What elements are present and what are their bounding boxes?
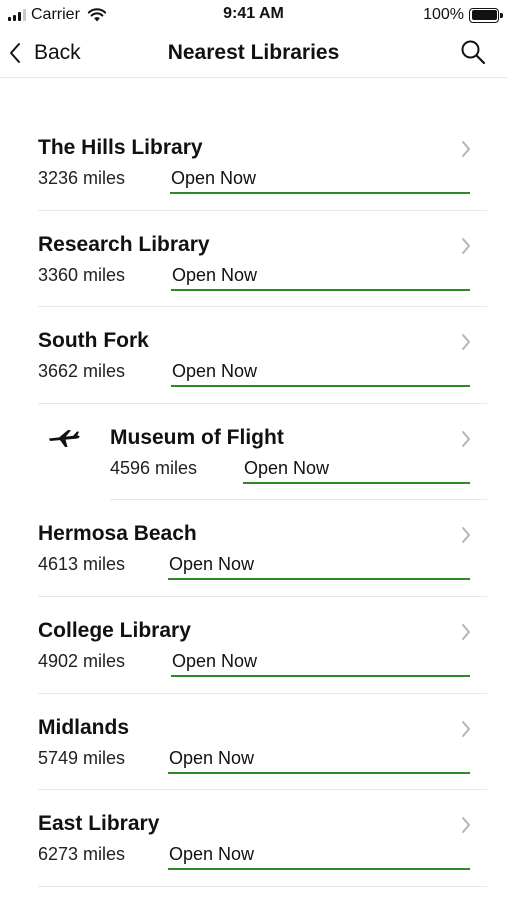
library-distance: 3360 miles	[38, 264, 126, 285]
open-status: Open Now	[168, 844, 470, 871]
library-distance: 5749 miles	[38, 747, 126, 768]
library-row[interactable]: East Library 6273 miles Open Now	[0, 790, 507, 887]
row-separator	[38, 885, 487, 887]
library-name: The Hills Library	[38, 136, 203, 159]
back-button[interactable]: Back	[8, 38, 81, 68]
open-status: Open Now	[171, 651, 470, 677]
library-name: Hermosa Beach	[38, 522, 197, 546]
chevron-right-icon	[462, 141, 470, 157]
library-name: Research Library	[38, 232, 210, 256]
library-row[interactable]: Hermosa Beach 4613 miles Open Now	[0, 500, 507, 597]
library-name: Midlands	[38, 715, 130, 739]
chevron-right-icon	[462, 527, 470, 544]
chevron-right-icon	[462, 237, 470, 254]
status-right: 100%	[423, 6, 503, 24]
open-status: Open Now	[171, 361, 470, 388]
chevron-right-icon	[462, 817, 470, 834]
library-name: East Library	[38, 812, 160, 836]
open-status: Open Now	[243, 458, 470, 484]
chevron-right-icon	[462, 334, 470, 351]
open-status: Open Now	[171, 265, 470, 291]
open-status: Open Now	[168, 748, 470, 774]
chevron-left-icon	[10, 43, 20, 63]
library-name: College Library	[38, 618, 191, 642]
navigation-bar: Back Nearest Libraries	[0, 30, 507, 78]
library-name: Museum of Flight	[110, 425, 284, 449]
search-icon[interactable]	[459, 38, 487, 66]
library-distance: 3662 miles	[38, 361, 126, 382]
library-distance: 4596 miles	[110, 457, 198, 478]
library-distance: 3236 miles	[38, 168, 126, 188]
library-distance: 6273 miles	[38, 844, 126, 865]
battery-percent: 100%	[423, 6, 464, 23]
library-row[interactable]: The Hills Library 3236 miles Open Now	[0, 114, 507, 211]
status-bar: Carrier 9:41 AM 100%	[0, 0, 507, 30]
library-row[interactable]: Museum of Flight 4596 miles Open Now	[0, 404, 507, 501]
battery-icon	[469, 7, 503, 23]
airplane-icon	[49, 429, 80, 447]
open-status: Open Now	[170, 168, 470, 194]
chevron-right-icon	[462, 623, 470, 640]
library-row[interactable]: Research Library 3360 miles Open Now	[0, 211, 507, 308]
chevron-right-icon	[462, 430, 470, 447]
library-list: The Hills Library 3236 miles Open Now Re…	[0, 114, 507, 887]
back-label: Back	[34, 41, 81, 64]
library-row[interactable]: South Fork 3662 miles Open Now	[0, 307, 507, 404]
library-distance: 4902 miles	[38, 650, 126, 671]
library-name: South Fork	[38, 329, 149, 353]
library-row[interactable]: Midlands 5749 miles Open Now	[0, 694, 507, 791]
library-distance: 4613 miles	[38, 554, 126, 575]
library-row[interactable]: College Library 4902 miles Open Now	[0, 597, 507, 694]
open-status: Open Now	[168, 554, 470, 581]
chevron-right-icon	[462, 720, 470, 737]
